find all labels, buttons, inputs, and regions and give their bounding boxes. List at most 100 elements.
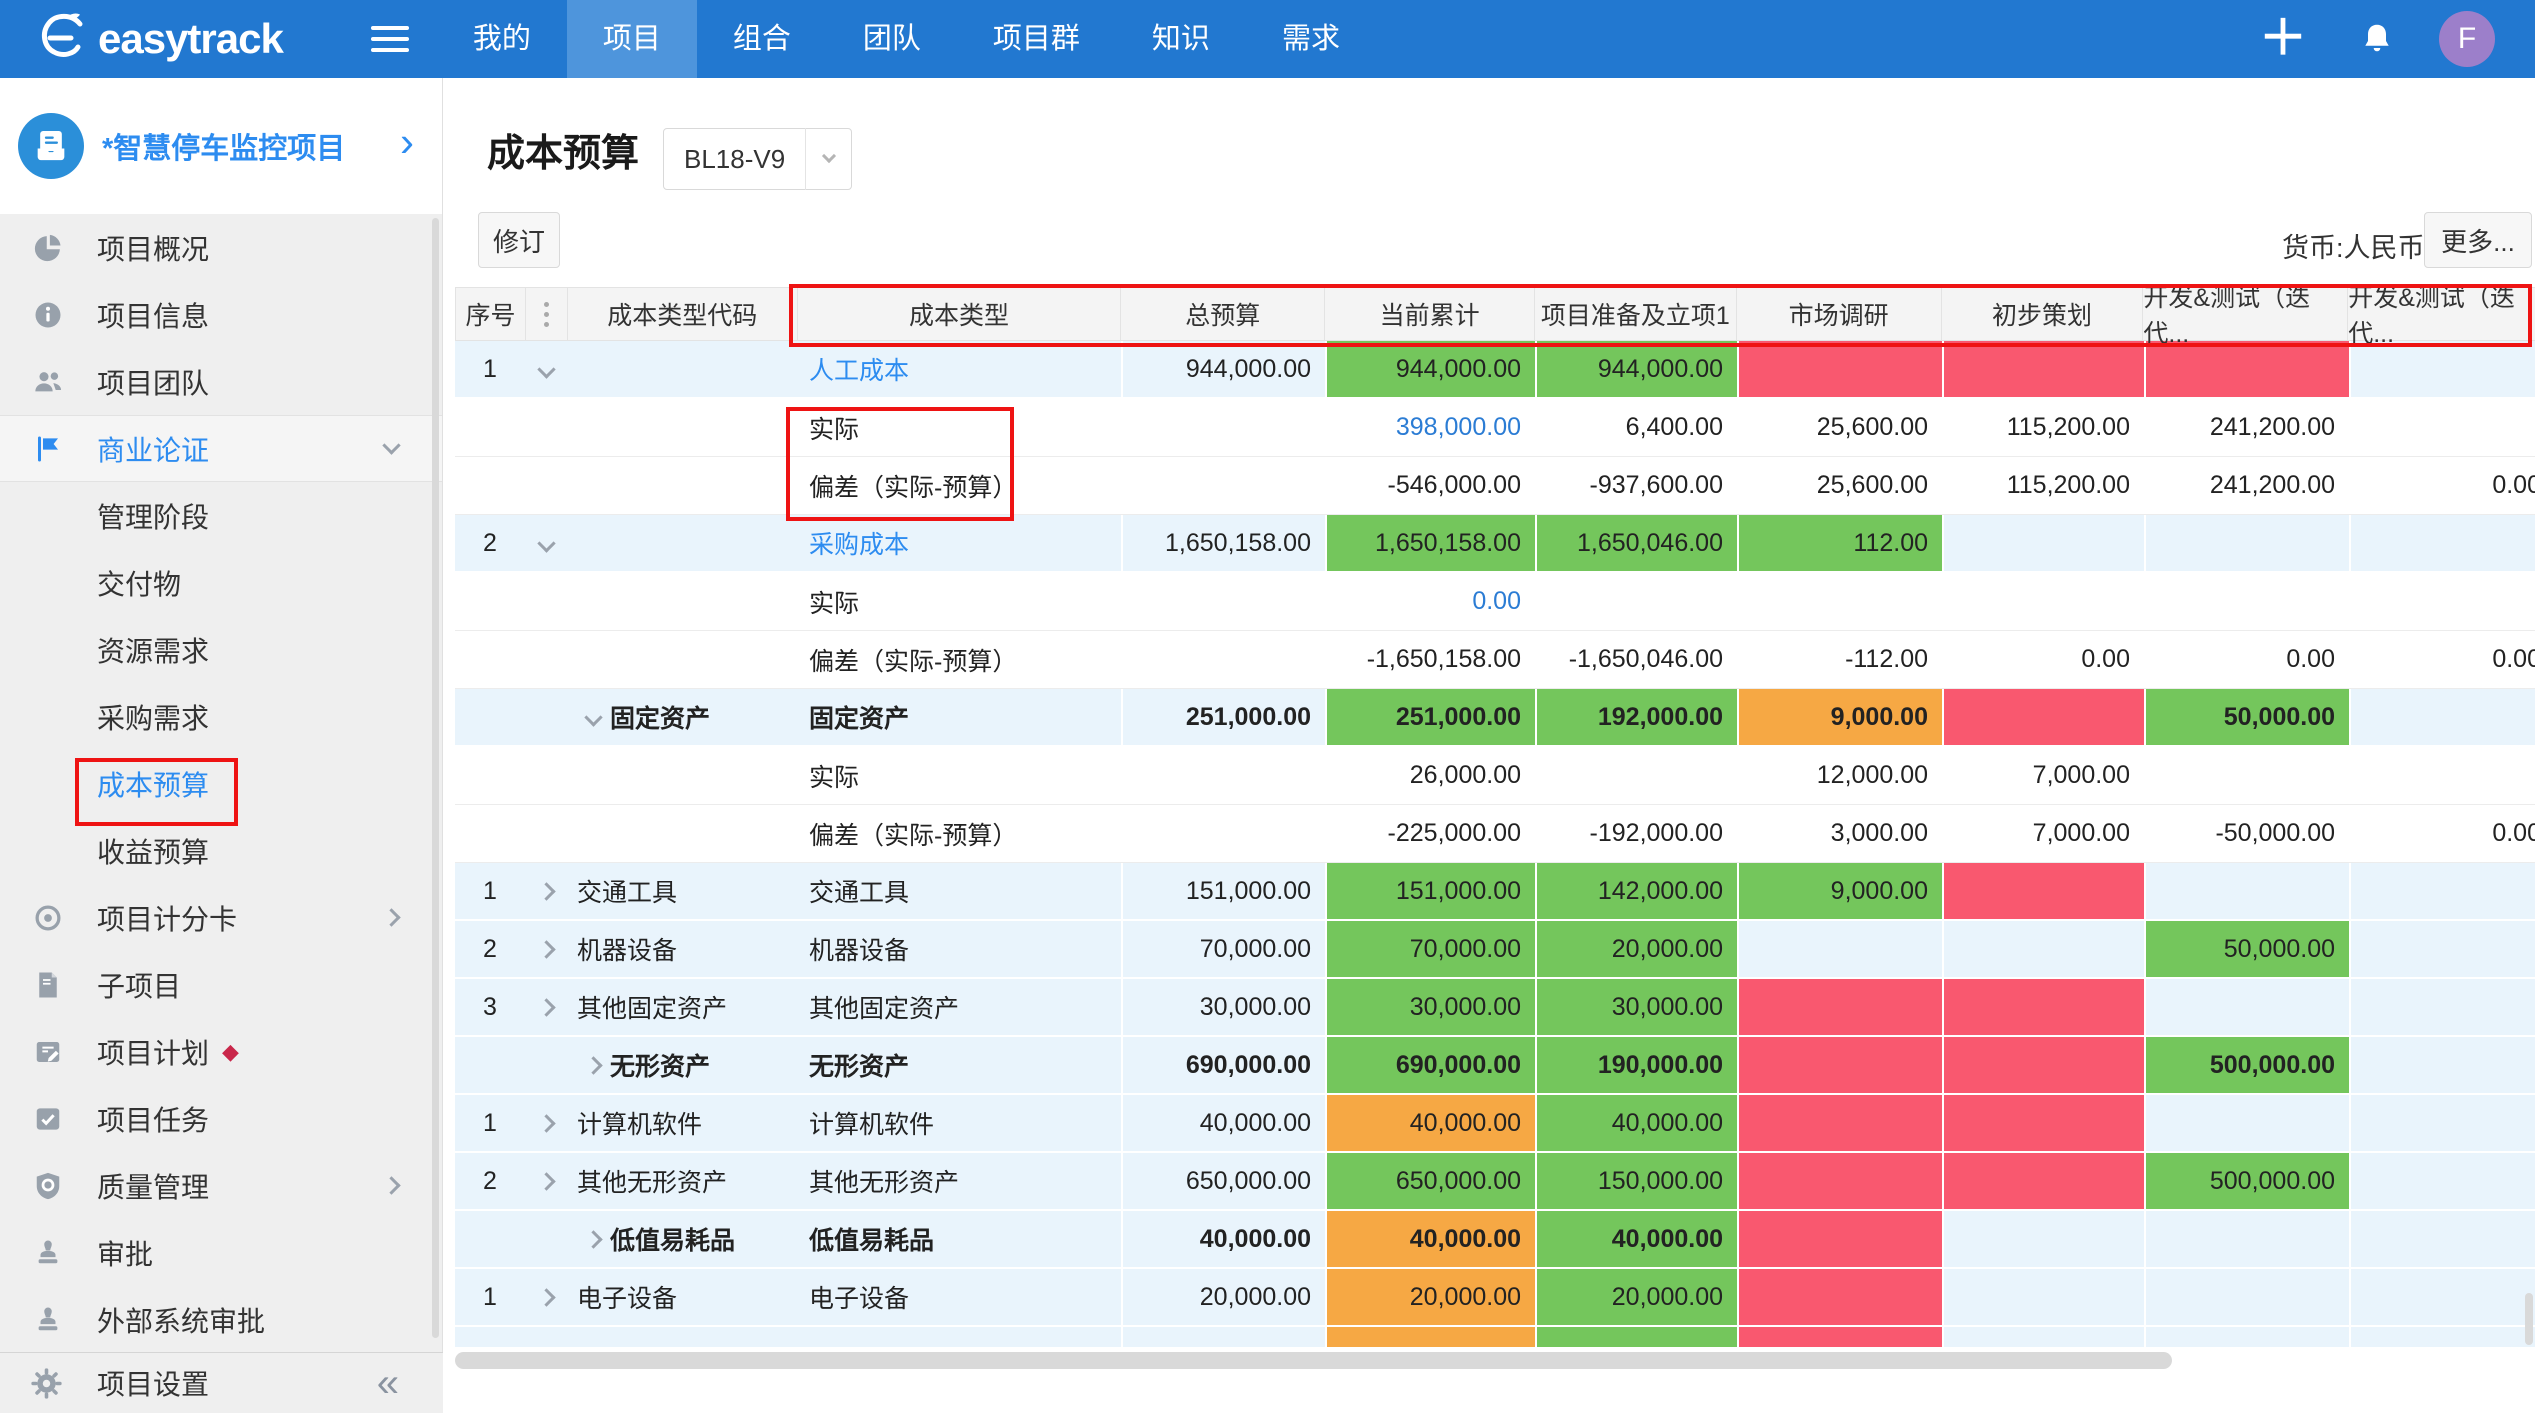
- sidebar-item-9[interactable]: 成本预算: [0, 750, 442, 817]
- main-content: 成本预算 BL18-V9 修订 货币:人民币 更多... 序号成本类型代码成本类…: [444, 78, 2535, 1413]
- sidebar-item-label: 管理阶段: [97, 496, 209, 536]
- expand-right-icon[interactable]: [537, 998, 555, 1016]
- sidebar-item-4[interactable]: 商业论证: [0, 415, 442, 482]
- cell-expander: [525, 399, 567, 456]
- cell-phase-3: [1942, 1211, 2144, 1267]
- info-icon: [30, 300, 66, 330]
- cell-phase-2: 9,000.00: [1737, 689, 1942, 745]
- cell-cost-type: 计算机软件: [797, 1095, 1121, 1151]
- sidebar-item-11[interactable]: 项目计分卡: [0, 884, 442, 951]
- sidebar-item-5[interactable]: 管理阶段: [0, 482, 442, 549]
- more-button[interactable]: 更多...: [2424, 212, 2532, 268]
- cell-current-total: 251,000.00: [1325, 689, 1535, 745]
- sidebar-footer-label: 项目设置: [97, 1363, 209, 1403]
- vertical-scrollbar[interactable]: [2525, 1293, 2533, 1345]
- sidebar-item-8[interactable]: 采购需求: [0, 683, 442, 750]
- sidebar-item-14[interactable]: 项目任务: [0, 1085, 442, 1152]
- sidebar-item-1[interactable]: 项目概况: [0, 214, 442, 281]
- nav-tab-2[interactable]: 项目: [567, 0, 697, 78]
- version-select[interactable]: BL18-V9: [663, 128, 852, 190]
- expand-right-icon[interactable]: [537, 940, 555, 958]
- nav-tab-5[interactable]: 项目群: [957, 0, 1116, 78]
- cell-seq: [455, 689, 525, 745]
- cell-seq: 2: [455, 1153, 525, 1209]
- sidebar-item-16[interactable]: 审批: [0, 1219, 442, 1286]
- nav-tabs: 我的项目组合团队项目群知识需求: [437, 0, 1376, 78]
- pie-icon: [30, 233, 66, 263]
- add-icon[interactable]: ＋: [2259, 0, 2307, 78]
- expand-right-icon[interactable]: [537, 1114, 555, 1132]
- cell-phase-3: 7,000.00: [1942, 747, 2144, 804]
- cell-phase-4: [2144, 1211, 2349, 1267]
- cell-phase-2: [1737, 1153, 1942, 1209]
- cell-seq: [455, 573, 525, 630]
- expand-right-icon[interactable]: [584, 1056, 602, 1074]
- cost-budget-table: 序号成本类型代码成本类型总预算当前累计项目准备及立项1市场调研初步策划开发&测试…: [455, 287, 2535, 1347]
- sidebar-item-label: 项目信息: [97, 295, 209, 335]
- sidebar-item-13[interactable]: 项目计划◆: [0, 1018, 442, 1085]
- easytrack-logo[interactable]: easytrack: [36, 11, 283, 68]
- sidebar-item-3[interactable]: 项目团队: [0, 348, 442, 415]
- expand-right-icon[interactable]: [537, 882, 555, 900]
- cell-phase-1: [1535, 1327, 1737, 1347]
- cell-cost-type-code: 机器设备: [567, 921, 797, 977]
- sidebar-item-2[interactable]: 项目信息: [0, 281, 442, 348]
- collapse-sidebar-icon[interactable]: «: [377, 1368, 399, 1398]
- hamburger-menu-icon[interactable]: [371, 19, 409, 59]
- cell-cost-type-code: 电子设备: [567, 1269, 797, 1325]
- sidebar-item-7[interactable]: 资源需求: [0, 616, 442, 683]
- nav-tab-6[interactable]: 知识: [1116, 0, 1246, 78]
- cell-current-total[interactable]: 398,000.00: [1325, 399, 1535, 456]
- expand-down-icon[interactable]: [537, 360, 555, 378]
- sidebar-item-label: 项目概况: [97, 228, 209, 268]
- expand-down-icon[interactable]: [584, 708, 602, 726]
- project-name[interactable]: *智慧停车监控项目: [102, 125, 377, 167]
- cell-phase-2: [1737, 1095, 1942, 1151]
- expand-right-icon[interactable]: [537, 1288, 555, 1306]
- cell-cost-type-code: [567, 341, 797, 397]
- cell-phase-5: [2349, 1153, 2535, 1209]
- horizontal-scrollbar[interactable]: [455, 1352, 2172, 1369]
- cell-phase-2: 9,000.00: [1737, 863, 1942, 919]
- cost-type-link[interactable]: 采购成本: [809, 525, 909, 561]
- cell-phase-3: [1942, 573, 2144, 630]
- project-chevron-right-icon[interactable]: ›: [400, 118, 414, 166]
- sidebar-item-project-settings[interactable]: 项目设置 «: [0, 1352, 443, 1413]
- expand-right-icon[interactable]: [537, 1172, 555, 1190]
- cell-cost-type: 机器设备: [797, 921, 1121, 977]
- cell-cost-type: 电子设备: [797, 1269, 1121, 1325]
- sidebar-item-17[interactable]: 外部系统审批: [0, 1286, 442, 1352]
- cell-phase-4: [2144, 1327, 2349, 1347]
- cell-current-total: -225,000.00: [1325, 805, 1535, 862]
- nav-tab-4[interactable]: 团队: [827, 0, 957, 78]
- sidebar-item-15[interactable]: 质量管理: [0, 1152, 442, 1219]
- cost-type-link[interactable]: 人工成本: [809, 351, 909, 387]
- cell-phase-5: 0.00: [2349, 457, 2535, 514]
- cell-total-budget: 1,650,158.00: [1121, 515, 1325, 571]
- expand-down-icon[interactable]: [537, 534, 555, 552]
- chevron-right-icon: [382, 908, 400, 926]
- cell-current-total[interactable]: 0.00: [1325, 573, 1535, 630]
- nav-tab-3[interactable]: 组合: [697, 0, 827, 78]
- nav-tab-7[interactable]: 需求: [1246, 0, 1376, 78]
- expand-right-icon[interactable]: [584, 1230, 602, 1248]
- sidebar-scrollbar[interactable]: [432, 218, 439, 1338]
- sidebar-item-10[interactable]: 收益预算: [0, 817, 442, 884]
- nav-tab-1[interactable]: 我的: [437, 0, 567, 78]
- cell-phase-4: [2144, 515, 2349, 571]
- notification-bell-icon[interactable]: [2359, 21, 2395, 57]
- column-options-icon[interactable]: [544, 299, 549, 329]
- user-avatar[interactable]: F: [2439, 11, 2495, 67]
- sidebar-item-12[interactable]: 子项目: [0, 951, 442, 1018]
- cell-cost-type: 实际: [797, 573, 1121, 630]
- sidebar-item-6[interactable]: 交付物: [0, 549, 442, 616]
- cell-phase-2: [1737, 979, 1942, 1035]
- cell-cost-type: 偏差（实际-预算）: [797, 805, 1121, 862]
- cell-cost-type: 其他无形资产: [797, 1153, 1121, 1209]
- cell-phase-2: -112.00: [1737, 631, 1942, 688]
- cell-phase-4: [2144, 979, 2349, 1035]
- cell-phase-1: 1,650,046.00: [1535, 515, 1737, 571]
- cell-phase-3: [1942, 689, 2144, 745]
- revise-button[interactable]: 修订: [478, 212, 560, 268]
- cell-phase-2: [1737, 1327, 1942, 1347]
